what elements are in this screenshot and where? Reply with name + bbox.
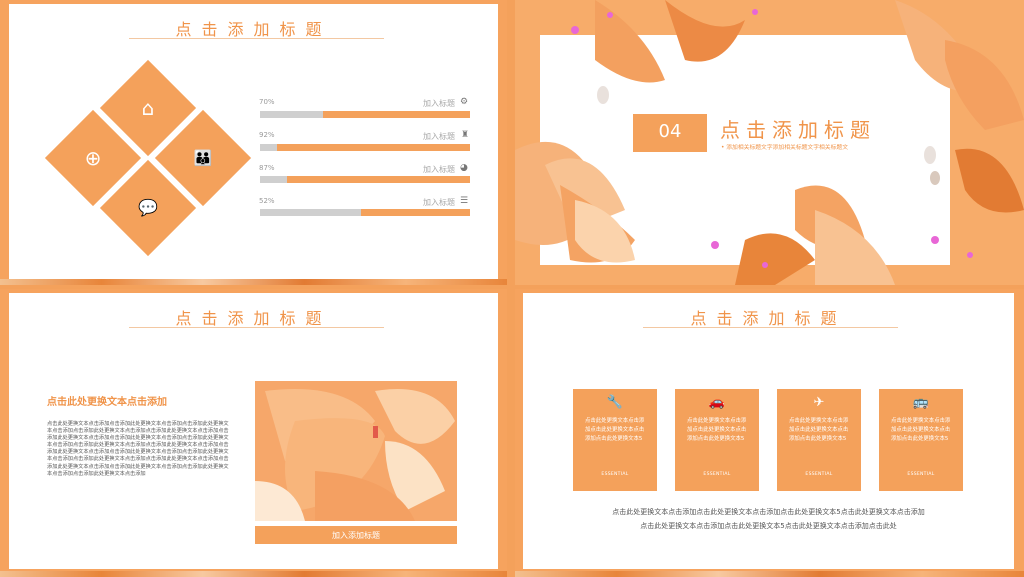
footer-line: 点击此处更换文本点击添加点击此处更换文本点击添加点击此处更换文本5点击此处更换文… (612, 508, 925, 516)
car-icon: 🚗 (708, 395, 726, 410)
airplane-icon: ✈ (813, 395, 825, 410)
card-text: 点击此处更换文本点击添加点击此处更换文本点击添加点击此处更换文本5 (789, 418, 849, 442)
decorative-border (0, 279, 507, 285)
list-icon: ☰ (460, 196, 469, 206)
slide-1: 点击添加标题 ⌂ ⊕ 👪 💬 70% 加入标题 ⚙ 92% 加入标题 ♜ 87%… (9, 4, 498, 279)
title-underline (129, 327, 384, 328)
progress-label: 加入标题 (423, 99, 455, 108)
progress-percent: 70% (259, 98, 275, 106)
shield-icon: ♜ (461, 130, 470, 140)
slide-3-title: 点击添加标题 (175, 309, 332, 328)
title-underline (643, 327, 898, 328)
people-icon: 👪 (193, 149, 213, 167)
card-tag: ESSENTIAL (601, 472, 629, 477)
slide-4-title: 点击添加标题 (690, 309, 847, 328)
decorative-border (0, 571, 507, 577)
progress-label: 加入标题 (423, 132, 455, 141)
footer-line: 点击此处更换文本点击添加点击此处更换文本5点击此处更换文本点击添加点击此处 (640, 522, 897, 530)
slide-3: 点击添加标题 点击此处更换文本点击添加 点击此处更换文本点击添加点击添加此处更换… (9, 293, 498, 569)
slide-2-frame[interactable]: 04 点击添加标题 • 添加相关标题文字添加相关标题文字相关标题文 (515, 0, 1024, 285)
card-text: 点击此处更换文本点击添加点击此处更换文本点击添加点击此处更换文本5 (687, 418, 747, 442)
slide-4-frame[interactable]: 点击添加标题 🔧 点击此处更换文本点击添加点击此处更换文本点击添加点击此处更换文… (515, 289, 1024, 577)
pie-icon: ◕ (460, 163, 468, 173)
wrench-icon: 🔧 (606, 395, 624, 410)
progress-track (260, 111, 323, 118)
home-icon: ⌂ (141, 96, 155, 120)
chat-bubble-icon: 💬 (138, 198, 158, 217)
feature-card: 🚌 点击此处更换文本点击添加点击此处更换文本点击添加点击此处更换文本5 ESSE… (879, 389, 963, 491)
text-heading: 点击此处更换文本点击添加 (47, 397, 167, 408)
feature-card: 🚗 点击此处更换文本点击添加点击此处更换文本点击添加点击此处更换文本5 ESSE… (675, 389, 759, 491)
feature-card: 🔧 点击此处更换文本点击添加点击此处更换文本点击添加点击此处更换文本5 ESSE… (573, 389, 657, 491)
progress-bar (260, 144, 470, 151)
bus-icon: 🚌 (912, 395, 930, 410)
progress-label: 加入标题 (423, 165, 455, 174)
card-tag: ESSENTIAL (805, 472, 833, 477)
section-number: 04 (658, 121, 682, 142)
progress-label: 加入标题 (423, 198, 455, 207)
progress-track (260, 176, 288, 183)
progress-percent: 87% (259, 164, 275, 172)
card-tag: ESSENTIAL (703, 472, 731, 477)
progress-track (260, 144, 277, 151)
card-text: 点击此处更换文本点击添加点击此处更换文本点击添加点击此处更换文本5 (891, 418, 951, 442)
slide-1-frame[interactable]: 点击添加标题 ⌂ ⊕ 👪 💬 70% 加入标题 ⚙ 92% 加入标题 ♜ 87%… (0, 0, 507, 285)
progress-bar (260, 111, 470, 118)
card-tag: ESSENTIAL (907, 472, 935, 477)
title-underline (129, 38, 384, 39)
decorative-border (515, 571, 1024, 577)
progress-bar (260, 209, 470, 216)
progress-percent: 52% (259, 197, 275, 205)
progress-percent: 92% (259, 131, 275, 139)
slide-2-title: 点击添加标题 (720, 118, 876, 142)
slide-1-title: 点击添加标题 (175, 20, 332, 39)
slide-2-subtitle: • 添加相关标题文字添加相关标题文字相关标题文 (721, 145, 848, 151)
body-paragraph: 点击此处更换文本点击添加点击添加此处更换文本点击添加点击添加此处更换文本点击添加… (47, 421, 229, 477)
slide-3-frame[interactable]: 点击添加标题 点击此处更换文本点击添加 点击此处更换文本点击添加点击添加此处更换… (0, 289, 507, 577)
card-text: 点击此处更换文本点击添加点击此处更换文本点击添加点击此处更换文本5 (585, 418, 645, 442)
plus-circle-icon: ⊕ (84, 146, 102, 170)
feature-card: ✈ 点击此处更换文本点击添加点击此处更换文本点击添加点击此处更换文本5 ESSE… (777, 389, 861, 491)
gear-icon: ⚙ (460, 97, 469, 107)
slide-4: 点击添加标题 🔧 点击此处更换文本点击添加点击此处更换文本点击添加点击此处更换文… (523, 293, 1014, 569)
progress-bar (260, 176, 470, 183)
ginkgo-image (255, 381, 457, 521)
image-caption: 加入添加标题 (332, 531, 380, 540)
progress-track (260, 209, 361, 216)
